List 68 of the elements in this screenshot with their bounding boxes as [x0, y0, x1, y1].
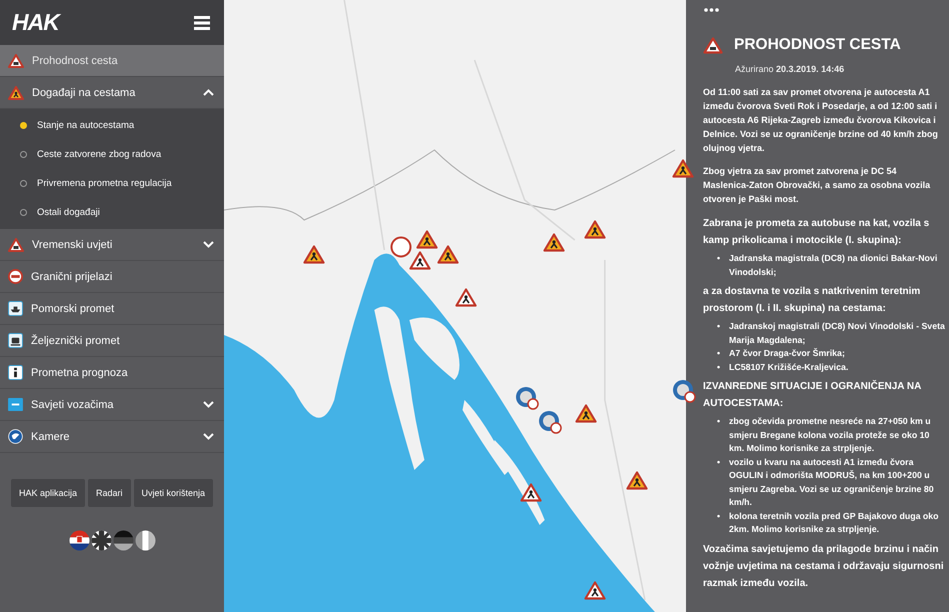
radio-dot[interactable] — [20, 151, 27, 158]
list-bullet: • — [717, 456, 722, 468]
section-heading: Vozačima savjetujemo da prilagode brzinu i način vožnje uvjetima na cestama i održavaju sigurnosni razmak između vozila. — [703, 542, 945, 590]
round-marker-icon[interactable] — [538, 410, 562, 434]
radio-dot[interactable] — [20, 180, 27, 187]
warning-sign-icon[interactable] — [520, 483, 542, 502]
section-heading: IZVANREDNE SITUACIJE I OGRANIČENJA NA AUTOCESTAMA: — [703, 379, 922, 411]
updated-timestamp: Ažurirano 20.3.2019. 14:46 — [735, 64, 846, 74]
submenu-item[interactable]: Ceste zatvorene zbog radova — [0, 140, 224, 169]
union-flag-icon[interactable] — [90, 530, 112, 551]
italian-flag-icon[interactable] — [134, 530, 156, 551]
roadwork-sign-icon[interactable] — [416, 230, 438, 248]
submenu-item[interactable]: Stanje na autocestama — [0, 111, 224, 140]
radio-dot[interactable] — [20, 122, 27, 129]
roadwork-sign-icon[interactable] — [436, 244, 459, 264]
info-icon — [8, 365, 23, 380]
roadwork-sign-icon[interactable] — [626, 471, 648, 490]
warning-sign-icon[interactable] — [584, 581, 606, 600]
roadwork-sign-icon[interactable] — [542, 232, 565, 252]
link-button[interactable]: Radari — [88, 479, 130, 507]
logo[interactable]: HAK — [12, 9, 59, 36]
panel-title: PROHODNOST CESTA — [734, 36, 901, 54]
link-button[interactable]: Uvjeti korištenja — [134, 479, 214, 507]
roadwork-sign-icon[interactable] — [302, 244, 325, 264]
roadwork-sign-icon — [8, 86, 24, 100]
menu-icon[interactable] — [194, 16, 210, 30]
submenu-item[interactable]: Ostali događaji — [0, 198, 224, 227]
warning-sign-icon — [8, 238, 24, 252]
german-flag-icon[interactable] — [112, 530, 134, 551]
chevron-icon[interactable] — [203, 433, 214, 440]
menu-item[interactable]: Prohodnost cesta — [0, 45, 224, 77]
list-bullet: • — [717, 360, 722, 374]
croatian-flag-icon[interactable] — [68, 530, 90, 551]
chevron-icon[interactable] — [203, 89, 214, 96]
list-bullet: • — [717, 347, 722, 360]
link-button[interactable]: HAK aplikacija — [10, 479, 85, 507]
list-bullet: • — [717, 252, 722, 265]
paragraph: Od 11:00 sati za sav promet otvorena je autocesta A1 između čvorova Sveti Rok i Posedarje, a od 12:00 sati i autocesta A6 Rijeka-Zagreb između čvorova Kikovica i Delnice. Vozi se uz ograničenje brzine od 40 km/h zbog olujnog vjetra. — [703, 86, 939, 155]
submenu-item[interactable]: Privremena prometna regulacija — [0, 169, 224, 198]
round-marker-icon[interactable] — [515, 386, 540, 410]
list-bullet: • — [717, 320, 722, 333]
section-heading: a za dostavna te vozila s natkrivenim teretnim prostorom (I. i II. skupina) na cestama: — [703, 285, 922, 316]
roadwork-sign-icon[interactable] — [584, 220, 606, 240]
warning-sign-icon — [8, 54, 24, 68]
list-item: kolona teretnih vozila pred GP Bajakovo duga oko 2km. Molimo korisnike za strpljenje. — [729, 510, 940, 536]
list-item: Jadranska magistrala (DC8) na dionici Bakar-Novi Vinodolski; — [729, 252, 938, 278]
more-icon[interactable] — [704, 8, 719, 12]
warning-sign-icon[interactable] — [408, 250, 431, 270]
section-heading: Zabrana je prometa za autobuse na kat, vozila s kamp prikolicama i motocikle (I. skupina): — [703, 217, 930, 248]
paragraph: Zbog vjetra za sav promet zatvorena je DC 54 Maslenica-Zaton Obrovački, a samo za osobna vozila otvoren je Paški most. — [703, 165, 932, 206]
list-bullet: • — [717, 415, 722, 428]
list-item: Jadranskoj magistrali (DC8) Novi Vinodolski - Sveta Marija Magdalena; — [729, 320, 945, 347]
list-item: A7 čvor Draga-čvor Šmrika; — [729, 347, 846, 360]
list-bullet: • — [717, 510, 722, 522]
list-item: LC58107 Križišće-Kraljevica. — [729, 360, 850, 374]
no-entry-icon — [8, 269, 23, 284]
camera-globe-icon — [8, 429, 23, 444]
train-icon — [8, 333, 23, 348]
roadwork-sign-icon[interactable] — [672, 159, 694, 178]
chevron-icon[interactable] — [203, 241, 214, 248]
chevron-icon[interactable] — [203, 401, 214, 408]
ship-icon — [8, 301, 23, 316]
list-item: zbog očevida prometne nesreće na 27+050 km u smjeru Bregane kolona vozila proteže se oko 10 km. Molimo korisnike za strpljenje. — [729, 415, 932, 455]
radio-dot[interactable] — [20, 209, 27, 216]
warning-sign-icon[interactable] — [455, 288, 477, 307]
list-item: vozilo u kvaru na autocesti A1 između čvora OGULIN i odmorišta MODRUŠ, na km 100+200 u smjeru Zagreba. Vozi se uz ograničenje brzine 80 km/h. — [729, 456, 935, 509]
warning-sign-icon — [703, 36, 723, 54]
roadwork-sign-icon[interactable] — [575, 404, 598, 423]
